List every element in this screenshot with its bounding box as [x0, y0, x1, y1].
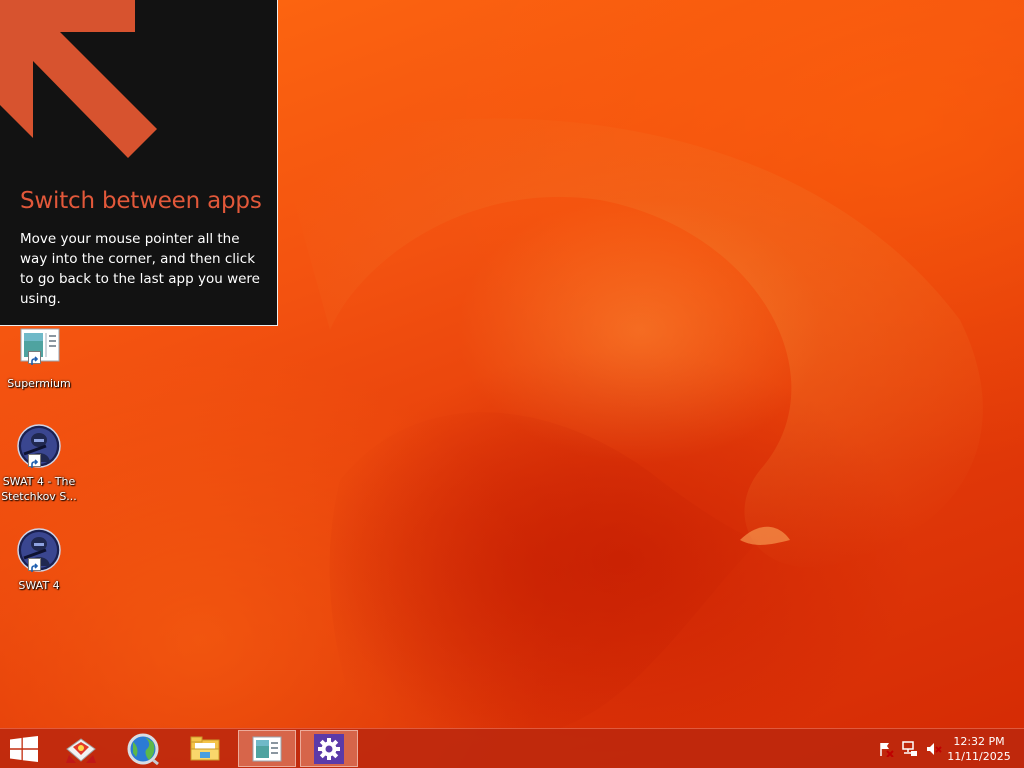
- corner-arrow-icon: [0, 0, 157, 158]
- system-tray: 12:32 PM 11/11/2025: [864, 729, 1024, 768]
- network-icon[interactable]: [902, 741, 918, 757]
- browser-globe-icon: [127, 733, 159, 765]
- taskbar-app-file-explorer[interactable]: [176, 730, 234, 767]
- action-center-flag-icon[interactable]: [878, 741, 894, 758]
- paint-icon: [66, 737, 96, 763]
- taskbar: 12:32 PM 11/11/2025: [0, 728, 1024, 768]
- desktop-icon-supermium[interactable]: Supermium: [0, 326, 78, 391]
- swat4-icon: [16, 528, 62, 574]
- clock[interactable]: 12:32 PM 11/11/2025: [944, 734, 1014, 764]
- desktop-icon-swat4[interactable]: SWAT 4: [0, 528, 78, 593]
- volume-muted-icon[interactable]: [926, 741, 942, 757]
- taskbar-app-settings[interactable]: [300, 730, 358, 767]
- desktop-icon-label: SWAT 4: [18, 579, 60, 592]
- taskbar-app-supermium[interactable]: [238, 730, 296, 767]
- tip-title: Switch between apps: [20, 188, 262, 214]
- supermium-icon: [252, 736, 282, 761]
- start-button[interactable]: [0, 730, 48, 767]
- windows-logo-icon: [10, 735, 38, 762]
- tip-body: Move your mouse pointer all the way into…: [20, 231, 260, 307]
- clock-time: 12:32 PM: [953, 735, 1005, 748]
- shortcut-arrow-icon: [28, 351, 41, 365]
- swat4-icon: [16, 424, 62, 470]
- gear-icon: [314, 733, 344, 764]
- clock-date: 11/11/2025: [947, 750, 1011, 763]
- shortcut-arrow-icon: [28, 454, 41, 468]
- supermium-icon: [16, 326, 62, 372]
- switch-apps-tip-panel[interactable]: Switch between apps Move your mouse poin…: [0, 0, 278, 326]
- taskbar-app-paint[interactable]: [52, 730, 110, 767]
- taskbar-app-browser[interactable]: [114, 730, 172, 767]
- shortcut-arrow-icon: [28, 558, 41, 572]
- desktop[interactable]: Switch between apps Move your mouse poin…: [0, 0, 1024, 768]
- folder-icon: [190, 736, 220, 760]
- desktop-icon-label: Supermium: [7, 377, 71, 390]
- desktop-icon-swat4-stetchkov[interactable]: SWAT 4 - The Stetchkov S...: [0, 424, 78, 504]
- desktop-icon-label: SWAT 4 - The Stetchkov S...: [1, 475, 77, 503]
